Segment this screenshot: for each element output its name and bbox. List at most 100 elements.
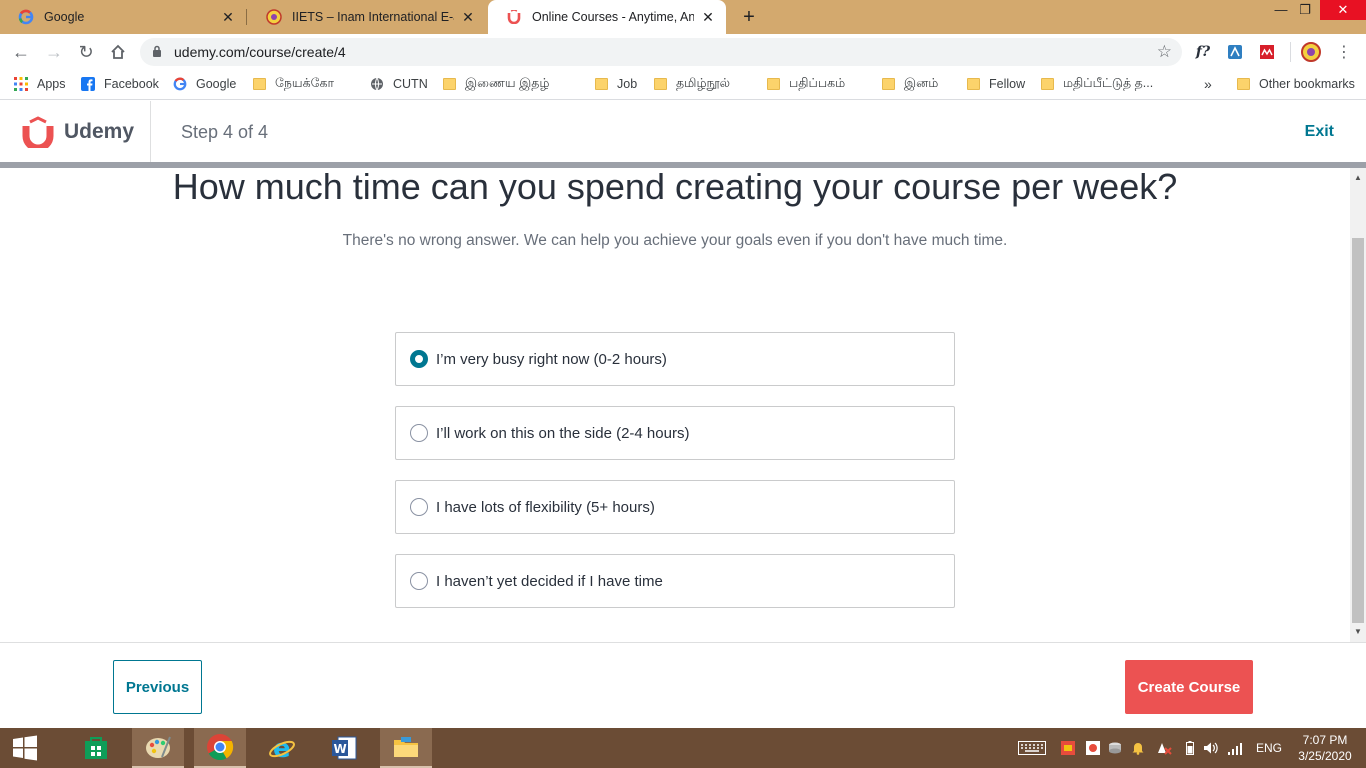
bookmark-label: இனம் xyxy=(904,76,939,90)
exit-link[interactable]: Exit xyxy=(1305,101,1334,163)
menu-kebab-icon[interactable]: ⋮ xyxy=(1334,42,1354,62)
paint-palette-icon xyxy=(146,736,171,758)
home-button[interactable] xyxy=(106,40,130,64)
translate-extension-icon[interactable] xyxy=(1225,42,1245,62)
taskbar-paint[interactable] xyxy=(132,728,184,768)
bookmark-folder-pathippagam[interactable]: பதிப்பகம் xyxy=(766,70,845,98)
battery-icon[interactable] xyxy=(1182,728,1198,768)
bookmark-folder-inaiya-ithazh[interactable]: இணைய இதழ் xyxy=(442,70,549,98)
scroll-up-arrow-icon[interactable]: ▲ xyxy=(1350,170,1366,186)
taskbar-chrome[interactable] xyxy=(194,728,246,768)
bookmark-label: பதிப்பகம் xyxy=(789,76,846,90)
main-content: How much time can you spend creating you… xyxy=(0,168,1350,642)
bookmark-label: Facebook xyxy=(104,77,159,91)
tray-notification-bell-icon[interactable] xyxy=(1130,728,1146,768)
bookmarks-overflow-button[interactable]: » xyxy=(1204,70,1212,98)
bookmark-label: நேயக்கோ xyxy=(275,76,335,90)
mendeley-extension-icon[interactable] xyxy=(1257,42,1277,62)
bookmark-google[interactable]: Google xyxy=(173,70,236,98)
bookmark-label: தமிழ்நூல் xyxy=(676,76,731,90)
radio-button[interactable] xyxy=(410,572,428,590)
restore-button[interactable]: ❐ xyxy=(1288,0,1322,20)
tray-app-icon[interactable] xyxy=(1060,728,1076,768)
browser-tab-udemy[interactable]: Online Courses - Anytime, Anywh ✕ xyxy=(488,0,726,34)
option-flexibility[interactable]: I have lots of flexibility (5+ hours) xyxy=(395,480,955,534)
close-icon[interactable]: ✕ xyxy=(460,9,476,25)
taskbar-word[interactable]: W xyxy=(318,728,370,768)
clock-date: 3/25/2020 xyxy=(1298,749,1352,763)
bookmark-label: இணைய இதழ் xyxy=(465,76,550,90)
folder-icon xyxy=(252,77,266,91)
wizard-footer: Previous Create Course xyxy=(0,642,1366,728)
option-label: I have lots of flexibility (5+ hours) xyxy=(436,498,655,516)
chrome-icon xyxy=(207,734,234,761)
browser-tab-strip: Google ✕ IIETS – Inam International E-Jo… xyxy=(0,0,1366,34)
udemy-header: Udemy Step 4 of 4 Exit xyxy=(0,101,1366,163)
bookmark-apps[interactable]: Apps xyxy=(14,70,66,98)
address-bar[interactable]: udemy.com/course/create/4 ☆ xyxy=(140,38,1182,66)
bookmark-folder-inam[interactable]: இனம் xyxy=(881,70,938,98)
bookmark-folder-mathippeettu[interactable]: மதிப்பீட்டுத் த... xyxy=(1040,70,1153,98)
new-tab-button[interactable]: + xyxy=(738,6,760,28)
taskbar-internet-explorer[interactable]: e xyxy=(256,728,308,768)
close-icon[interactable]: ✕ xyxy=(220,9,236,25)
bookmark-label: மதிப்பீட்டுத் த... xyxy=(1063,76,1154,90)
volume-icon[interactable] xyxy=(1202,728,1220,768)
bookmark-star-icon[interactable]: ☆ xyxy=(1157,38,1172,66)
option-side-work[interactable]: I’ll work on this on the side (2-4 hours… xyxy=(395,406,955,460)
bookmark-cutn[interactable]: CUTN xyxy=(370,70,428,98)
lock-icon xyxy=(152,45,162,58)
page-subtitle: There's no wrong answer. We can help you… xyxy=(342,232,1008,249)
radio-button-selected[interactable] xyxy=(410,350,428,368)
udemy-logo[interactable]: Udemy xyxy=(20,115,134,149)
reload-button[interactable]: ↻ xyxy=(74,40,98,64)
taskbar-file-explorer[interactable] xyxy=(380,728,432,768)
system-clock[interactable]: 7:07 PM 3/25/2020 xyxy=(1294,732,1356,764)
folder-icon xyxy=(594,77,608,91)
profile-avatar[interactable] xyxy=(1301,42,1321,62)
window-close-button[interactable]: ✕ xyxy=(1320,0,1366,20)
formula-extension-icon[interactable]: f? xyxy=(1193,42,1213,62)
input-language-indicator[interactable]: ENG xyxy=(1254,728,1284,768)
bookmark-folder-fellow[interactable]: Fellow xyxy=(966,70,1025,98)
browser-toolbar: ← → ↻ udemy.com/course/create/4 ☆ f? ⋮ xyxy=(0,34,1366,70)
store-icon xyxy=(85,737,107,759)
radio-button[interactable] xyxy=(410,498,428,516)
folder-icon xyxy=(442,77,456,91)
folder-icon xyxy=(653,77,667,91)
touch-keyboard-icon[interactable] xyxy=(1016,728,1048,768)
folder-icon xyxy=(1236,77,1250,91)
forward-button[interactable]: → xyxy=(42,40,66,64)
google-icon xyxy=(173,77,187,91)
page-scrollbar[interactable]: ▲ ▼ xyxy=(1350,168,1366,642)
close-icon[interactable]: ✕ xyxy=(700,9,716,25)
bookmark-other-bookmarks[interactable]: Other bookmarks xyxy=(1236,70,1355,98)
back-button[interactable]: ← xyxy=(9,40,33,64)
start-button[interactable] xyxy=(0,728,50,768)
bookmark-folder-neyakko[interactable]: நேயக்கோ xyxy=(252,70,334,98)
option-very-busy[interactable]: I’m very busy right now (0-2 hours) xyxy=(395,332,955,386)
taskbar-store[interactable] xyxy=(70,728,122,768)
radio-button[interactable] xyxy=(410,424,428,442)
tray-blocked-icon[interactable] xyxy=(1155,728,1173,768)
bookmark-folder-tamilnool[interactable]: தமிழ்நூல் xyxy=(653,70,730,98)
folder-icon xyxy=(1040,77,1054,91)
facebook-icon xyxy=(81,77,95,91)
network-signal-icon[interactable] xyxy=(1226,728,1244,768)
bookmark-folder-job[interactable]: Job xyxy=(594,70,637,98)
browser-tab-iiets[interactable]: IIETS – Inam International E-Journ ✕ xyxy=(248,0,486,34)
scrollbar-thumb[interactable] xyxy=(1352,238,1364,623)
previous-button[interactable]: Previous xyxy=(113,660,202,714)
option-label: I’ll work on this on the side (2-4 hours… xyxy=(436,424,690,442)
browser-tab-google[interactable]: Google ✕ xyxy=(0,0,246,34)
option-undecided[interactable]: I haven’t yet decided if I have time xyxy=(395,554,955,608)
tray-antivirus-icon[interactable] xyxy=(1085,728,1101,768)
google-icon xyxy=(18,9,34,25)
bookmark-facebook[interactable]: Facebook xyxy=(81,70,159,98)
create-course-button[interactable]: Create Course xyxy=(1125,660,1253,714)
tray-network-drive-icon[interactable] xyxy=(1107,728,1123,768)
folder-icon xyxy=(881,77,895,91)
file-explorer-icon xyxy=(394,737,418,757)
scroll-down-arrow-icon[interactable]: ▼ xyxy=(1350,624,1366,640)
url-text: udemy.com/course/create/4 xyxy=(174,44,346,60)
